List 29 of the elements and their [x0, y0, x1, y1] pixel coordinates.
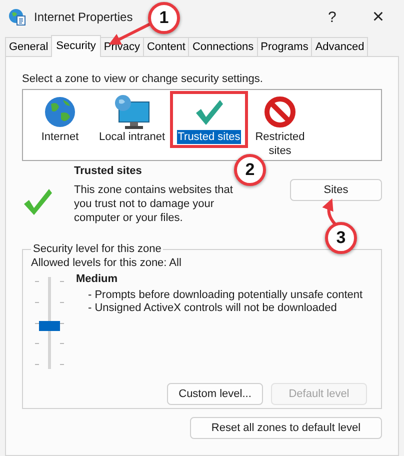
zone-label: Internet: [40, 130, 80, 144]
zone-label: Trusted sites: [176, 130, 242, 144]
tab[interactable]: Advanced: [311, 37, 368, 56]
sites-button[interactable]: Sites: [290, 179, 382, 201]
monitor-globe-icon: [113, 94, 151, 130]
level-description: - Prompts before downloading potentially unsafe content: [87, 289, 363, 302]
level-description: - Unsigned ActiveX controls will not be downloaded: [87, 302, 338, 315]
tab[interactable]: General: [5, 37, 52, 56]
globe-icon: [43, 94, 77, 130]
zone-item[interactable]: Internet: [29, 94, 91, 160]
level-button[interactable]: Custom level...: [167, 383, 263, 405]
step-badge: 1: [148, 2, 180, 34]
zone-description: This zone contains websites that you trust not to damage your computer or your files.: [74, 183, 234, 225]
zone-title: Trusted sites: [74, 165, 143, 177]
window-title: Internet Properties: [34, 10, 133, 24]
allowed-levels-text: Allowed levels for this zone: All: [31, 257, 182, 269]
tab[interactable]: Security: [51, 35, 101, 57]
reset-zones-button[interactable]: Reset all zones to default level: [190, 417, 382, 439]
help-button[interactable]: ?: [314, 8, 350, 26]
globe-document-icon: [8, 8, 26, 26]
checkmark-icon: [22, 187, 54, 217]
zone-prompt: Select a zone to view or change security settings.: [22, 73, 264, 85]
zone-label: Local intranet: [98, 130, 166, 144]
pointer-arrow: [322, 198, 336, 225]
group-legend: Security level for this zone: [31, 243, 164, 255]
zone-item[interactable]: Local intranet: [95, 94, 169, 160]
close-button[interactable]: ×: [358, 6, 398, 28]
prohibited-icon: [263, 94, 297, 130]
level-name: Medium: [76, 273, 119, 286]
